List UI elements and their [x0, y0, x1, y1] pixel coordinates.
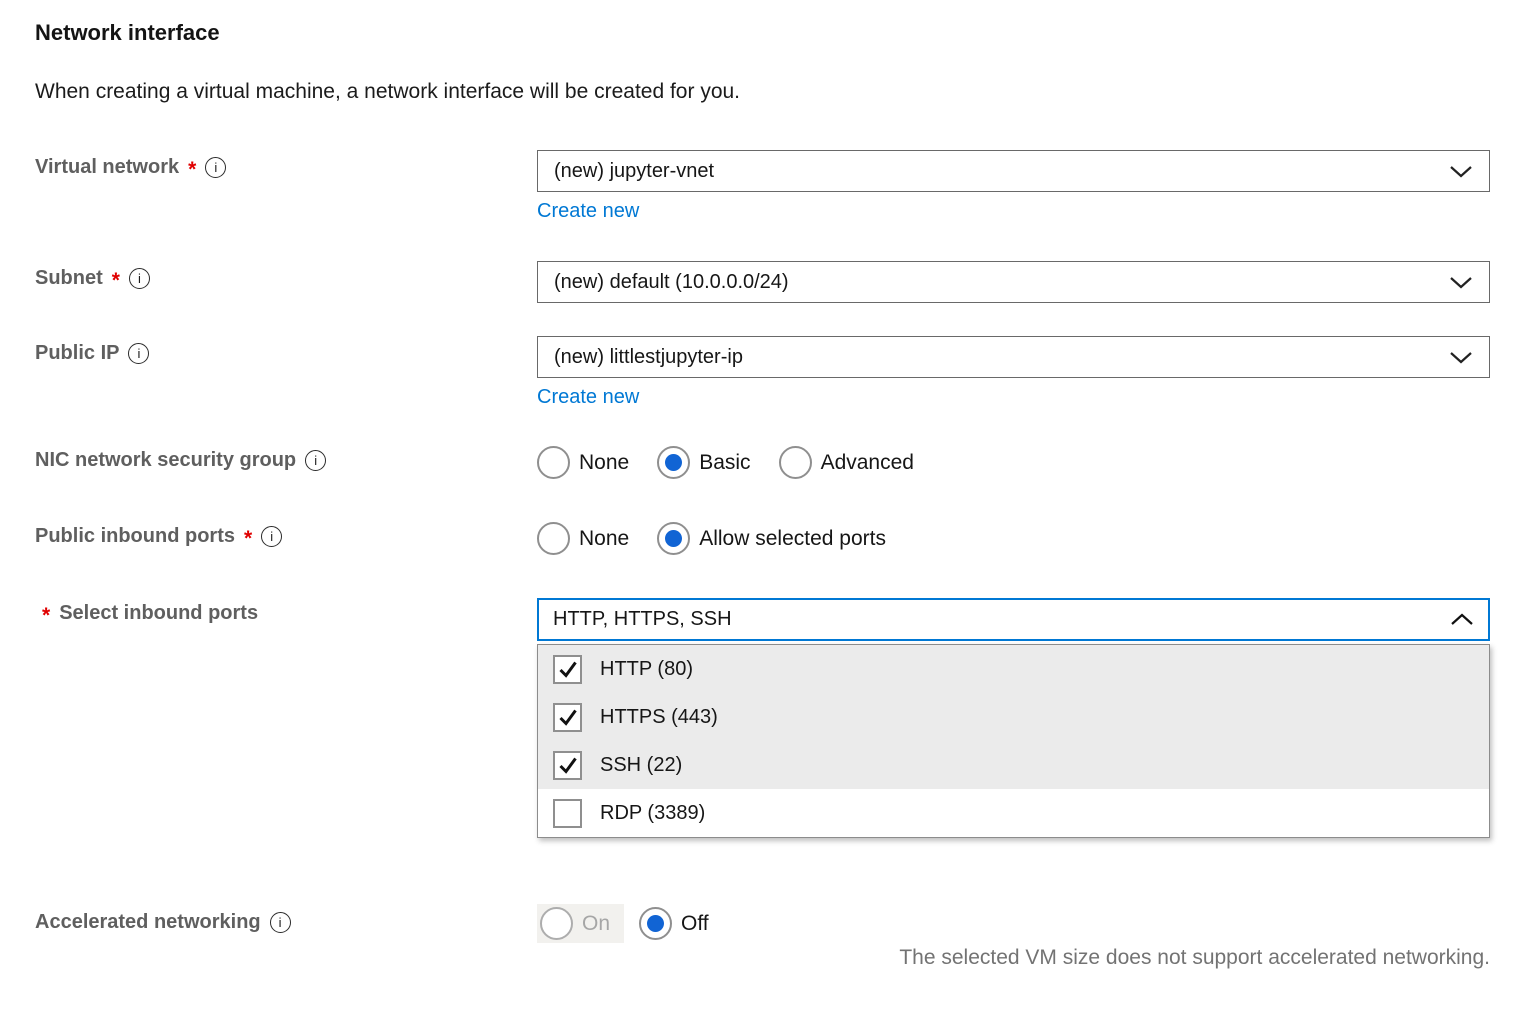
checkbox-icon	[553, 655, 582, 684]
accelerated-networking-label: Accelerated networking	[35, 911, 261, 934]
required-asterisk: *	[112, 270, 120, 291]
virtual-network-value: (new) jupyter-vnet	[554, 160, 714, 183]
radio-label: Advanced	[821, 451, 914, 475]
port-option-http[interactable]: HTTP (80)	[538, 645, 1489, 693]
required-asterisk: *	[244, 528, 252, 549]
public-ip-label: Public IP	[35, 342, 119, 365]
checkbox-icon	[553, 703, 582, 732]
chevron-up-icon	[1450, 613, 1474, 626]
subnet-label: Subnet	[35, 267, 103, 290]
nsg-radio-basic[interactable]: Basic	[657, 446, 750, 479]
select-inbound-ports-value: HTTP, HTTPS, SSH	[553, 608, 732, 631]
checkbox-label: HTTP (80)	[600, 658, 693, 681]
subnet-dropdown[interactable]: (new) default (10.0.0.0/24)	[537, 261, 1490, 303]
checkbox-icon	[553, 799, 582, 828]
accelerated-networking-label-row: Accelerated networking i	[35, 911, 291, 934]
radio-label: Basic	[699, 451, 750, 475]
accelerated-radio-off[interactable]: Off	[636, 904, 712, 943]
checkbox-label: SSH (22)	[600, 754, 682, 777]
radio-label: Off	[681, 912, 709, 936]
select-inbound-ports-label-row: * Select inbound ports	[42, 602, 258, 625]
port-option-ssh[interactable]: SSH (22)	[538, 741, 1489, 789]
radio-label: None	[579, 527, 629, 551]
page-subtitle: When creating a virtual machine, a netwo…	[35, 80, 740, 104]
checkmark-icon	[557, 658, 579, 680]
select-inbound-ports-label: Select inbound ports	[59, 602, 258, 625]
accelerated-networking-radio-group: On Off	[537, 904, 712, 943]
public-inbound-ports-label: Public inbound ports	[35, 525, 235, 548]
checkbox-label: RDP (3389)	[600, 802, 705, 825]
required-asterisk: *	[188, 159, 196, 180]
info-icon[interactable]: i	[305, 450, 326, 471]
public-inbound-ports-radio-group: None Allow selected ports	[537, 522, 886, 555]
nic-nsg-radio-group: None Basic Advanced	[537, 446, 914, 479]
select-inbound-ports-combobox[interactable]: HTTP, HTTPS, SSH	[537, 598, 1490, 641]
checkbox-label: HTTPS (443)	[600, 706, 718, 729]
inbound-radio-none[interactable]: None	[537, 522, 629, 555]
required-asterisk: *	[42, 605, 50, 626]
chevron-down-icon	[1449, 351, 1473, 364]
info-icon[interactable]: i	[128, 343, 149, 364]
virtual-network-dropdown[interactable]: (new) jupyter-vnet	[537, 150, 1490, 192]
create-new-vnet-link[interactable]: Create new	[537, 200, 639, 223]
nic-nsg-label: NIC network security group	[35, 449, 296, 472]
inbound-ports-option-list: HTTP (80) HTTPS (443) SSH (22) RDP (3389…	[537, 644, 1490, 838]
nic-nsg-label-row: NIC network security group i	[35, 449, 326, 472]
radio-icon	[540, 907, 573, 940]
radio-icon	[639, 907, 672, 940]
subnet-value: (new) default (10.0.0.0/24)	[554, 271, 789, 294]
info-icon[interactable]: i	[270, 912, 291, 933]
network-interface-form: Network interface When creating a virtua…	[0, 0, 1532, 1024]
info-icon[interactable]: i	[205, 157, 226, 178]
inbound-radio-allow-selected[interactable]: Allow selected ports	[657, 522, 886, 555]
public-ip-dropdown[interactable]: (new) littlestjupyter-ip	[537, 336, 1490, 378]
subnet-label-row: Subnet * i	[35, 267, 150, 290]
checkbox-icon	[553, 751, 582, 780]
radio-icon	[537, 446, 570, 479]
accelerated-radio-on: On	[537, 904, 624, 943]
nsg-radio-none[interactable]: None	[537, 446, 629, 479]
create-new-public-ip-link[interactable]: Create new	[537, 386, 639, 409]
port-option-rdp[interactable]: RDP (3389)	[538, 789, 1489, 837]
radio-icon	[657, 446, 690, 479]
checkmark-icon	[557, 706, 579, 728]
public-ip-label-row: Public IP i	[35, 342, 149, 365]
radio-label: None	[579, 451, 629, 475]
radio-icon	[657, 522, 690, 555]
info-icon[interactable]: i	[129, 268, 150, 289]
port-option-https[interactable]: HTTPS (443)	[538, 693, 1489, 741]
accelerated-networking-note: The selected VM size does not support ac…	[537, 946, 1490, 970]
nsg-radio-advanced[interactable]: Advanced	[779, 446, 914, 479]
page-title: Network interface	[35, 20, 220, 46]
chevron-down-icon	[1449, 165, 1473, 178]
public-inbound-ports-label-row: Public inbound ports * i	[35, 525, 282, 548]
checkmark-icon	[557, 754, 579, 776]
virtual-network-label-row: Virtual network * i	[35, 156, 226, 179]
radio-label: On	[582, 912, 610, 936]
public-ip-value: (new) littlestjupyter-ip	[554, 346, 743, 369]
info-icon[interactable]: i	[261, 526, 282, 547]
radio-label: Allow selected ports	[699, 527, 886, 551]
virtual-network-label: Virtual network	[35, 156, 179, 179]
radio-icon	[537, 522, 570, 555]
chevron-down-icon	[1449, 276, 1473, 289]
radio-icon	[779, 446, 812, 479]
